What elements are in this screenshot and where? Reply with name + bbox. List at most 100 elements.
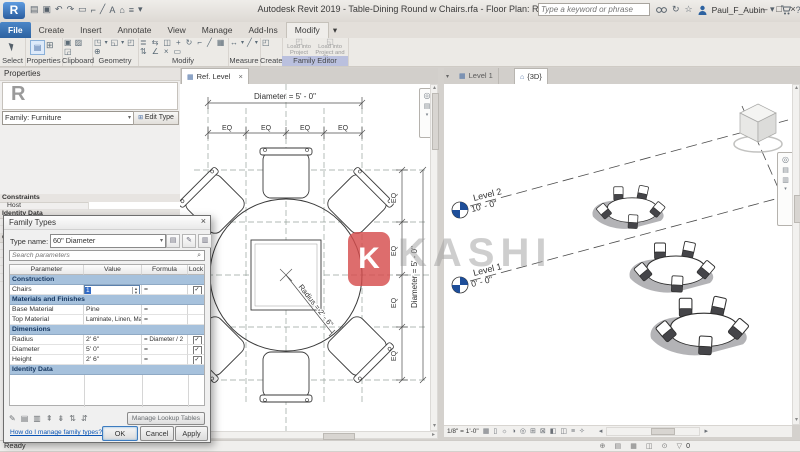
- search-parameters-input[interactable]: [9, 250, 205, 261]
- worksets-icon[interactable]: ⊕: [600, 443, 606, 450]
- constraints-icon[interactable]: ✧: [579, 426, 585, 437]
- sort-ascending-icon[interactable]: ⇅: [69, 414, 76, 423]
- view-cube[interactable]: [734, 104, 782, 152]
- modify-cursor-icon[interactable]: [9, 42, 16, 52]
- properties-toggle-icon[interactable]: ▤: [30, 40, 45, 55]
- measure-between-icon[interactable]: ↔: [230, 39, 238, 47]
- new-type-icon[interactable]: ▤: [166, 234, 180, 248]
- cut-geometry-icon[interactable]: ◳: [94, 39, 102, 47]
- param-row-radius[interactable]: Radius2' 6"= Diameter / 2 ✓: [10, 335, 204, 345]
- create-group-icon[interactable]: ◰: [262, 39, 270, 47]
- level-2-datum[interactable]: Level 2 10' - 0": [452, 186, 503, 218]
- dimension-icon[interactable]: ╱: [247, 39, 252, 47]
- section-identity-data[interactable]: Identity Data: [10, 365, 204, 375]
- help-link[interactable]: How do I manage family types?: [10, 429, 102, 436]
- thin-lines-icon[interactable]: ≡: [129, 5, 134, 15]
- type-name-combobox[interactable]: 60" Diameter ▾: [50, 234, 166, 248]
- shadows-icon[interactable]: ◑: [512, 426, 516, 437]
- dialog-title[interactable]: Family Types: [4, 216, 210, 230]
- ribbon-options-dropdown-icon[interactable]: ▾: [329, 22, 341, 38]
- tab-manage[interactable]: Manage: [194, 22, 241, 38]
- filter-icon[interactable]: ▽: [677, 443, 682, 450]
- pin-icon[interactable]: ∠: [152, 48, 159, 56]
- scroll-down-icon[interactable]: ▾: [431, 423, 438, 430]
- dimension-dropdown-icon[interactable]: ▾: [255, 39, 258, 47]
- lock-checkbox[interactable]: ✓: [193, 356, 202, 365]
- analytical-icon[interactable]: ≡: [571, 426, 575, 437]
- save-icon[interactable]: ▣: [43, 4, 52, 15]
- search-binoculars-icon[interactable]: [656, 5, 667, 15]
- property-row-host[interactable]: Host: [0, 202, 180, 210]
- lock-checkbox[interactable]: ✓: [193, 336, 202, 345]
- move-up-icon[interactable]: ⇞: [46, 414, 53, 423]
- detail-level-icon[interactable]: ▦: [483, 426, 490, 437]
- scroll-up-icon[interactable]: ▴: [431, 85, 438, 92]
- paste-icon[interactable]: ▣: [64, 39, 72, 47]
- text-icon[interactable]: A: [109, 5, 115, 15]
- family-types-button-icon[interactable]: ⊞: [46, 40, 54, 51]
- lock-checkbox[interactable]: ✓: [193, 346, 202, 355]
- steering-wheel-icon[interactable]: ◎: [782, 155, 789, 164]
- lock-checkbox[interactable]: ✓: [193, 286, 202, 295]
- align-icon[interactable]: ≣: [140, 39, 147, 47]
- ok-button[interactable]: OK: [102, 426, 138, 441]
- open-icon[interactable]: ▤: [30, 4, 39, 15]
- 3d-horizontal-scrollbar[interactable]: [606, 427, 700, 436]
- trim-icon[interactable]: ⌐: [197, 39, 202, 47]
- load-into-project-button[interactable]: ◰ Load into Project: [284, 39, 314, 55]
- close-button[interactable]: ×: [786, 4, 800, 14]
- minimize-button[interactable]: –: [758, 4, 772, 14]
- 3d-vertical-scrollbar[interactable]: ▴ ▾: [792, 84, 800, 425]
- scroll-left-icon[interactable]: ◂: [599, 426, 603, 437]
- move-icon[interactable]: +: [176, 39, 181, 47]
- redo-icon[interactable]: ↷: [67, 4, 75, 15]
- param-row-height[interactable]: Height2' 6"= ✓: [10, 355, 204, 365]
- offset-icon[interactable]: ⇆: [152, 39, 159, 47]
- scroll-right-icon[interactable]: ▸: [430, 432, 437, 439]
- customize-qat-icon[interactable]: ▾: [138, 4, 143, 15]
- edit-parameter-icon[interactable]: ✎: [9, 414, 16, 423]
- default-3d-view-icon[interactable]: ⌂: [119, 5, 124, 15]
- solid-icon[interactable]: ⊕: [94, 48, 101, 56]
- delete-type-icon[interactable]: ▥: [198, 234, 212, 248]
- favorites-star-icon[interactable]: ☆: [685, 4, 693, 15]
- aligned-dimension-icon[interactable]: ╱: [100, 4, 105, 15]
- crop-view-icon[interactable]: ⊞: [530, 426, 536, 437]
- scroll-right-icon[interactable]: ▸: [704, 426, 708, 437]
- infocenter-search-input[interactable]: [538, 3, 650, 16]
- mirror-icon[interactable]: ◫: [163, 39, 171, 47]
- cancel-button[interactable]: Cancel: [140, 426, 174, 441]
- render-icon[interactable]: ◎: [520, 426, 526, 437]
- reveal-hidden-icon[interactable]: ◫: [560, 426, 567, 437]
- measure-dropdown-icon[interactable]: ▾: [241, 39, 244, 47]
- restore-button[interactable]: □: [772, 4, 786, 14]
- panel-label-select[interactable]: Select ▾: [0, 56, 25, 66]
- cut-dropdown-icon[interactable]: ▾: [105, 39, 108, 47]
- copy-icon[interactable]: ◲: [64, 48, 72, 56]
- manage-lookup-tables-button[interactable]: Manage Lookup Tables: [127, 412, 205, 425]
- press-drag-icon[interactable]: ⊙: [662, 443, 668, 450]
- temporary-hide-icon[interactable]: ◧: [550, 426, 557, 437]
- section-materials[interactable]: Materials and Finishes: [10, 295, 204, 305]
- family-category-selector[interactable]: Family: Furniture ▾: [2, 111, 134, 125]
- param-row-chairs[interactable]: Chairs 1 ▲▼ = ✓: [10, 285, 204, 295]
- view-tab-ref-level[interactable]: ▦Ref. Level ×: [181, 68, 249, 85]
- array-icon[interactable]: ▦: [217, 39, 225, 47]
- rename-type-icon[interactable]: ✎: [182, 234, 196, 248]
- view-tab-level-1[interactable]: ▦Level 1: [454, 68, 499, 84]
- tab-file[interactable]: File: [0, 22, 31, 38]
- 3d-table-group[interactable]: [592, 185, 749, 355]
- load-into-project-and-close-button[interactable]: ◱ Load into Project and Close: [315, 39, 345, 55]
- section-construction[interactable]: Construction: [10, 275, 204, 285]
- plan-view-canvas[interactable]: Diameter = 5' - 0" EQ EQ EQ EQ EQ EQ EQ …: [180, 84, 430, 431]
- section-dimensions[interactable]: Dimensions: [10, 325, 204, 335]
- pan-icon[interactable]: ▤: [782, 166, 789, 174]
- user-icon[interactable]: [698, 5, 707, 15]
- move-down-icon[interactable]: ⇟: [58, 414, 65, 423]
- measure-icon[interactable]: ⌐: [91, 5, 96, 15]
- param-row-base-material[interactable]: Base MaterialPine=: [10, 305, 204, 315]
- join-dropdown-icon[interactable]: ▾: [121, 39, 124, 47]
- properties-palette-title[interactable]: Properties: [0, 68, 184, 81]
- tab-view[interactable]: View: [159, 22, 193, 38]
- delete-icon[interactable]: ×: [164, 48, 169, 56]
